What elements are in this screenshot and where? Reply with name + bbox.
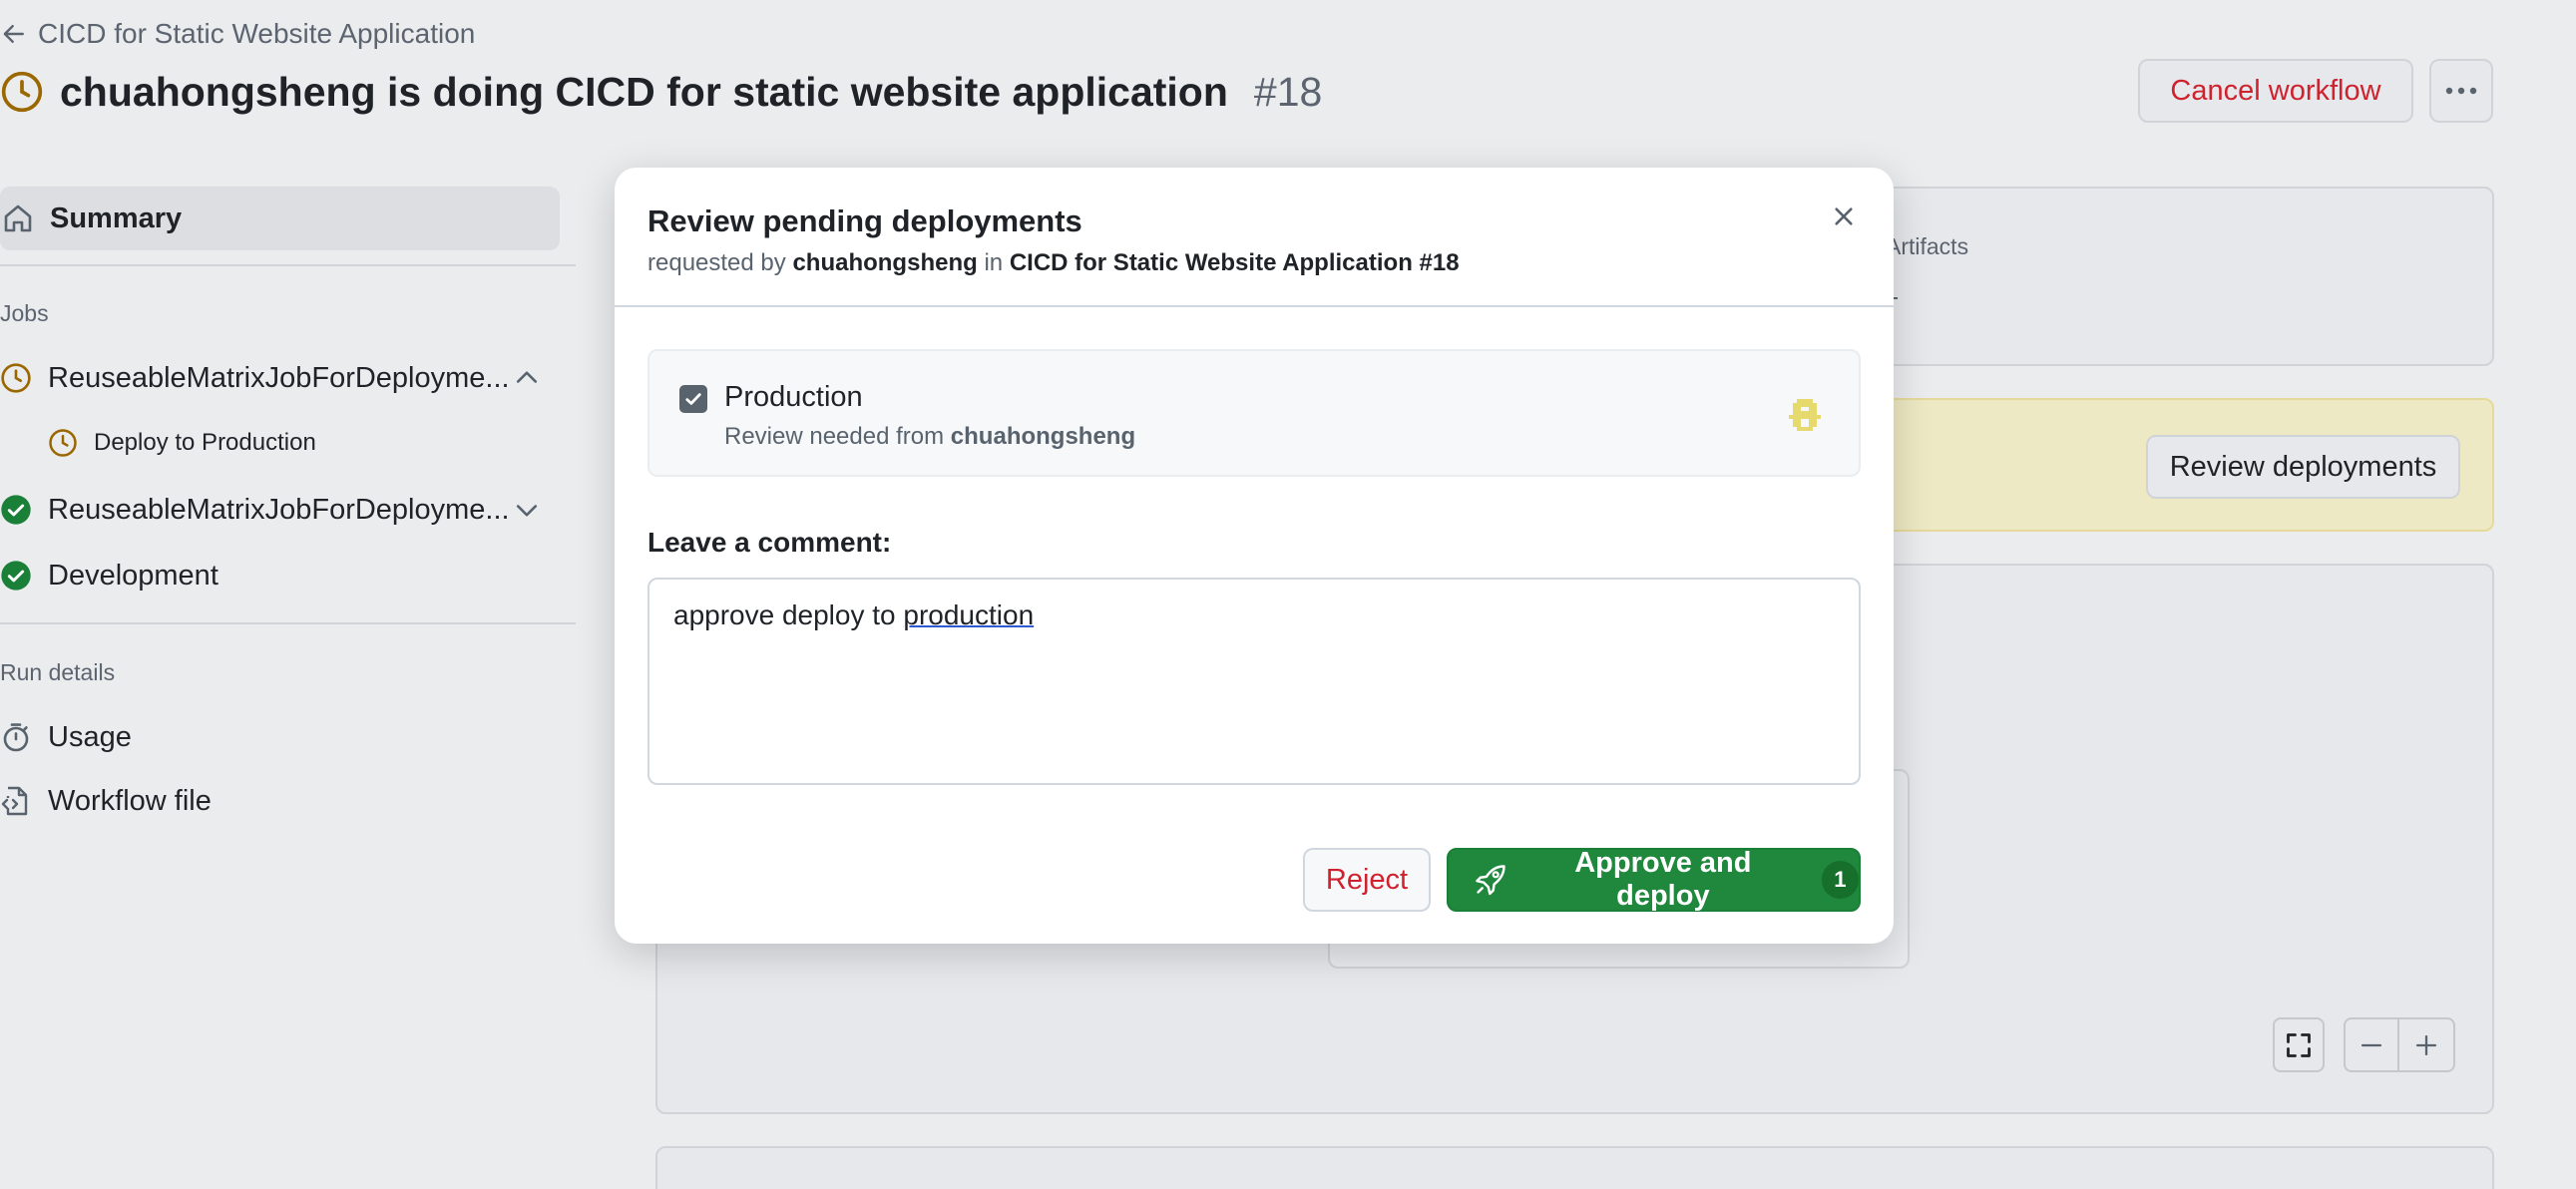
sidebar-divider [0,264,576,266]
sidebar-job-reuseable-production[interactable]: ReuseableMatrixJobForDeployme... [0,354,510,402]
job-label: ReuseableMatrixJobForDeployme... [48,361,510,394]
sidebar-item-label: Workflow file [48,784,212,817]
stopwatch-icon [3,723,29,752]
review-deployments-dialog: Review pending deployments requested by … [615,168,1894,944]
check-icon [685,393,701,405]
rocket-icon [1476,865,1505,896]
sidebar-job-deploy-to-production[interactable]: Deploy to Production [48,419,316,467]
sidebar-item-summary[interactable]: Summary [0,187,560,250]
sidebar-item-workflow-file[interactable]: Workflow file [0,777,212,825]
run-title: chuahongsheng is doing CICD for static w… [60,68,1228,115]
close-dialog-button[interactable] [1827,199,1861,233]
sidebar-job-development[interactable]: Development [0,552,218,599]
annotations-card [655,1146,2494,1189]
approve-and-deploy-button[interactable]: Approve and deploy 1 [1447,847,1861,912]
comment-label: Leave a comment: [647,527,892,558]
artifacts-label: Artifacts [1886,233,1969,259]
arrow-left-icon [3,24,24,44]
jobs-heading: Jobs [0,300,49,326]
sidebar-job-reuseable-development[interactable]: ReuseableMatrixJobForDeployme... [0,486,510,534]
file-code-icon [1,786,28,816]
comment-textarea[interactable]: approve deploy to production [647,578,1861,785]
clock-pending-icon [49,429,77,457]
back-link[interactable]: CICD for Static Website Application [0,14,475,54]
clock-pending-icon [1,363,31,393]
clock-pending-icon [1,71,43,113]
environment-name: Production [724,381,863,413]
environment-checkbox[interactable] [679,385,707,413]
sidebar-item-label: Usage [48,720,132,753]
kebab-horizontal-icon [2445,87,2477,95]
workflow-ref-link[interactable]: CICD for Static Website Application #18 [1010,249,1460,276]
review-prefix: Review needed from [724,423,945,450]
sidebar-item-label: Summary [50,201,183,234]
fullscreen-icon [2287,1032,2311,1057]
requested-by-prefix: requested by [647,249,786,276]
run-details-heading: Run details [0,659,116,685]
fullscreen-button[interactable] [2273,1017,2325,1072]
dialog-title: Review pending deployments [647,203,1082,238]
job-label: Deploy to Production [94,429,316,456]
sidebar-item-usage[interactable]: Usage [0,713,132,761]
zoom-out-button[interactable] [2346,1019,2400,1070]
run-info-card [1846,187,2494,366]
reject-button[interactable]: Reject [1303,848,1431,912]
avatar [1789,399,1821,431]
plus-icon [2415,1034,2437,1055]
zoom-controls [2344,1017,2455,1072]
dialog-subtitle: requested by chuahongsheng in CICD for S… [647,249,1460,277]
cancel-workflow-button[interactable]: Cancel workflow [2138,59,2413,123]
page-title: chuahongsheng is doing CICD for static w… [0,62,1322,122]
back-link-label: CICD for Static Website Application [38,18,476,49]
run-number: #18 [1253,68,1323,115]
minus-icon [2361,1043,2382,1046]
more-options-button[interactable] [2429,59,2493,123]
comment-value: approve deploy to production [673,599,1034,631]
approve-label: Approve and deploy [1574,847,1752,912]
job-label: Development [48,559,218,592]
comment-text-spellcheck: production [903,599,1035,630]
in-word: in [984,249,1004,276]
chevron-down-icon[interactable] [513,496,541,524]
dialog-header: Review pending deployments requested by … [615,168,1894,307]
home-icon [4,204,32,232]
close-icon [1835,207,1853,225]
environment-reviewers: Review needed from chuahongsheng [724,423,1135,451]
job-label: ReuseableMatrixJobForDeployme... [48,493,510,526]
reviewer-name: chuahongsheng [950,423,1136,450]
sidebar-divider [0,622,576,624]
check-circle-icon [1,561,31,591]
check-circle-icon [1,495,31,525]
environment-option[interactable]: Production Review needed from chuahongsh… [647,349,1861,477]
chevron-up-icon[interactable] [513,364,541,392]
zoom-in-button[interactable] [2399,1019,2453,1070]
approve-count-badge: 1 [1821,861,1859,899]
comment-text-plain: approve deploy to [673,599,904,630]
requested-by-user[interactable]: chuahongsheng [792,249,977,276]
review-deployments-button[interactable]: Review deployments [2146,435,2460,499]
